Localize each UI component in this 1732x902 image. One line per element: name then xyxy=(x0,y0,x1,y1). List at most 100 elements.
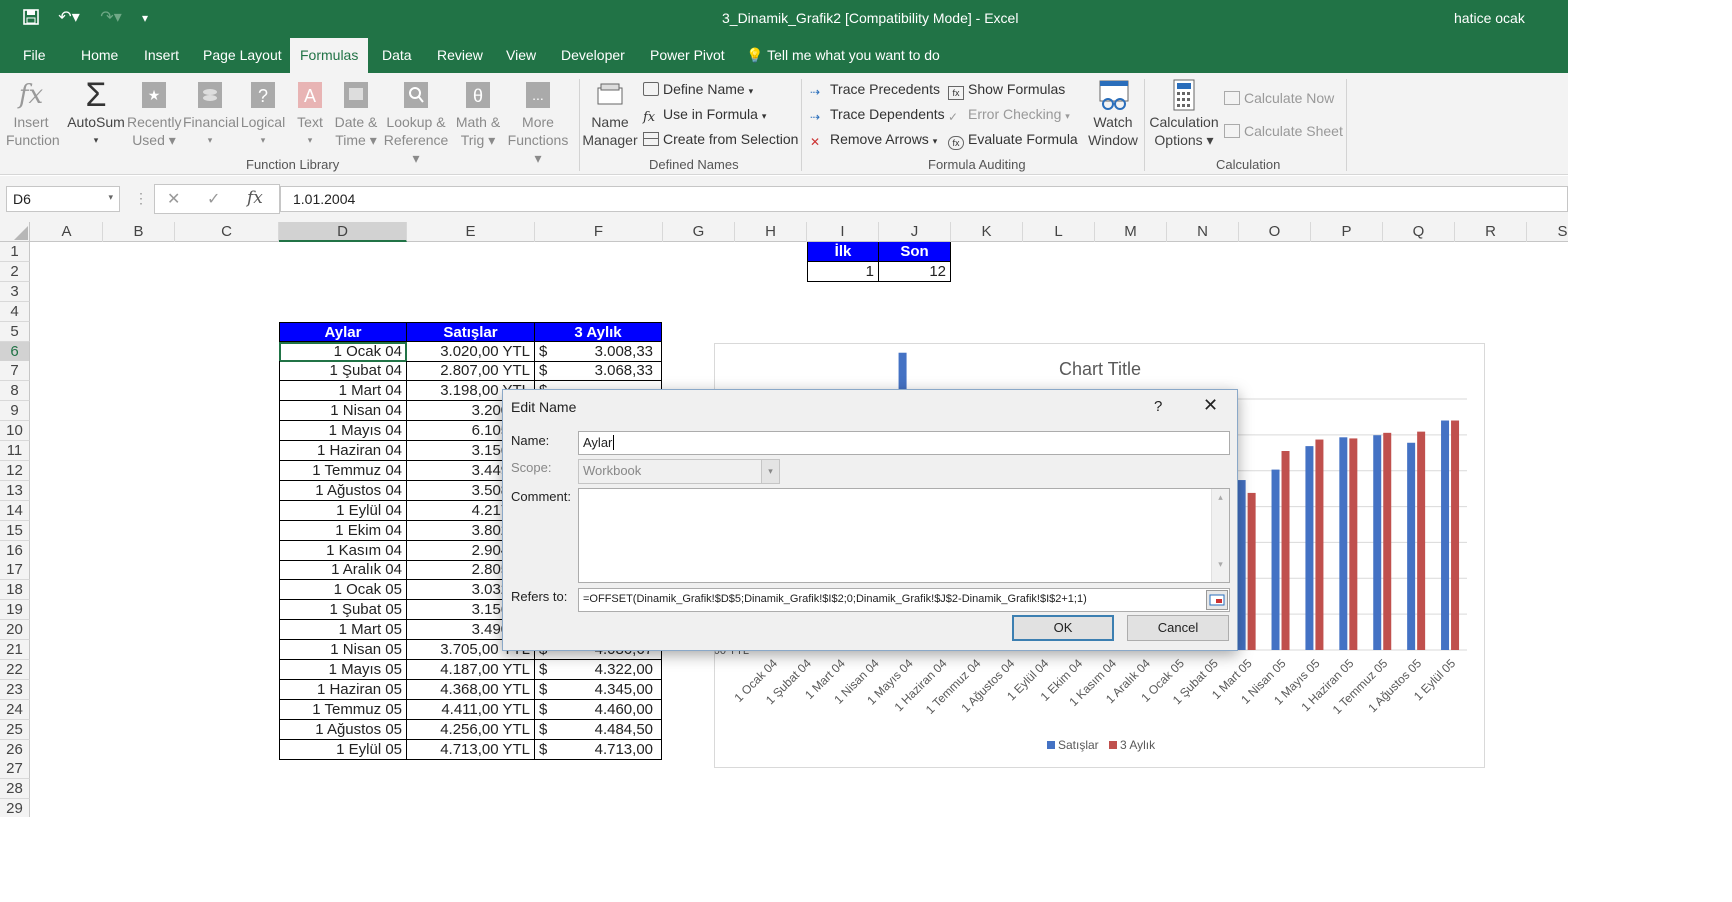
row-header-11[interactable]: 11 xyxy=(0,441,30,461)
insert-function-button[interactable]: fx Insert Function xyxy=(6,79,60,149)
watch-window-button[interactable]: Watch Window xyxy=(1084,79,1142,149)
redo-icon[interactable]: ↷▾ xyxy=(96,9,126,27)
define-name-button[interactable]: Define Name ▾ xyxy=(643,80,753,100)
tab-home[interactable]: Home xyxy=(81,38,118,73)
column-header-k[interactable]: K xyxy=(951,222,1023,242)
tab-file[interactable]: File xyxy=(23,38,46,73)
row-header-15[interactable]: 15 xyxy=(0,520,30,541)
cancel-icon[interactable]: ✕ xyxy=(167,189,180,209)
table-cell-sales[interactable]: 4.187,00 YTL xyxy=(407,659,535,680)
table-cell-sales[interactable]: 4.411,00 YTL xyxy=(407,699,535,720)
table-cell-3-aylik[interactable]: $4.345,00 xyxy=(535,679,662,700)
table-cell-month[interactable]: 1 Eylül 05 xyxy=(279,739,407,760)
table-cell-month[interactable]: 1 Temmuz 05 xyxy=(279,699,407,720)
table-cell-sales[interactable]: 3.020,00 YTL xyxy=(407,341,535,362)
table-cell-month[interactable]: 1 Mayıs 04 xyxy=(279,421,407,442)
column-header-s[interactable]: S xyxy=(1527,222,1568,242)
header-cell-ilk[interactable]: İlk xyxy=(807,242,879,262)
ok-button[interactable]: OK xyxy=(1012,615,1114,641)
table-cell-month[interactable]: 1 Haziran 04 xyxy=(279,441,407,461)
row-header-12[interactable]: 12 xyxy=(0,460,30,481)
create-from-selection-button[interactable]: Create from Selection xyxy=(643,130,798,148)
column-header-d[interactable]: D xyxy=(279,222,407,242)
financial-button[interactable]: Financial ▾ xyxy=(183,79,239,149)
collapse-dialog-icon[interactable] xyxy=(1206,590,1228,610)
table-cell-sales[interactable]: 2.807,00 YTL xyxy=(407,361,535,382)
table-cell-month[interactable]: 1 Ağustos 05 xyxy=(279,719,407,740)
table-cell-month[interactable]: 1 Nisan 05 xyxy=(279,640,407,660)
table-cell-3-aylik[interactable]: $3.008,33 xyxy=(535,341,662,362)
text-button[interactable]: A Text ▾ xyxy=(290,79,330,149)
column-header-i[interactable]: I xyxy=(807,222,879,242)
header-cell-son[interactable]: Son xyxy=(879,242,951,262)
column-header-a[interactable]: A xyxy=(31,222,103,242)
insert-function-icon[interactable]: fx xyxy=(247,188,263,208)
scope-select[interactable]: Workbook ▾ xyxy=(578,459,780,484)
table-cell-month[interactable]: 1 Ekim 04 xyxy=(279,520,407,541)
column-header-b[interactable]: B xyxy=(103,222,175,242)
chevron-down-icon[interactable]: ▾ xyxy=(761,460,779,483)
column-header-n[interactable]: N xyxy=(1167,222,1239,242)
table-cell-month[interactable]: 1 Şubat 04 xyxy=(279,361,407,382)
row-header-17[interactable]: 17 xyxy=(0,560,30,581)
header-cell-satislar[interactable]: Satışlar xyxy=(407,321,535,342)
tab-formulas[interactable]: Formulas xyxy=(290,38,368,73)
table-cell-month[interactable]: 1 Haziran 05 xyxy=(279,679,407,700)
save-icon[interactable] xyxy=(22,9,40,27)
row-header-25[interactable]: 25 xyxy=(0,719,30,740)
undo-icon[interactable]: ↶▾ xyxy=(54,9,84,27)
column-header-q[interactable]: Q xyxy=(1383,222,1455,242)
column-header-r[interactable]: R xyxy=(1455,222,1527,242)
tab-review[interactable]: Review xyxy=(437,38,483,73)
lookup-reference-button[interactable]: Lookup & Reference ▾ xyxy=(383,79,449,167)
table-cell-3-aylik[interactable]: $3.068,33 xyxy=(535,361,662,382)
chevron-down-icon[interactable]: ▾ xyxy=(108,192,113,203)
table-cell-month[interactable]: 1 Mayıs 05 xyxy=(279,659,407,680)
table-cell-month[interactable]: 1 Nisan 04 xyxy=(279,401,407,422)
row-header-2[interactable]: 2 xyxy=(0,261,30,282)
table-cell-month[interactable]: 1 Aralık 04 xyxy=(279,560,407,581)
tab-data[interactable]: Data xyxy=(382,38,412,73)
table-cell-3-aylik[interactable]: $4.713,00 xyxy=(535,739,662,760)
remove-arrows-button[interactable]: ✕ Remove Arrows ▾ xyxy=(810,130,937,150)
tab-insert[interactable]: Insert xyxy=(144,38,179,73)
row-header-23[interactable]: 23 xyxy=(0,679,30,700)
row-header-7[interactable]: 7 xyxy=(0,361,30,382)
column-header-f[interactable]: F xyxy=(535,222,663,242)
comment-scrollbar[interactable]: ▴ ▾ xyxy=(1211,489,1229,582)
autosum-button[interactable]: Σ AutoSum ▾ xyxy=(66,78,126,149)
row-header-26[interactable]: 26 xyxy=(0,739,30,760)
row-header-27[interactable]: 27 xyxy=(0,759,30,780)
column-header-m[interactable]: M xyxy=(1095,222,1167,242)
row-header-5[interactable]: 5 xyxy=(0,321,30,342)
name-manager-button[interactable]: Name Manager xyxy=(582,79,638,149)
active-cell-d6[interactable]: 1 Ocak 04 xyxy=(279,341,407,362)
scroll-down-icon[interactable]: ▾ xyxy=(1212,559,1229,570)
column-header-h[interactable]: H xyxy=(735,222,807,242)
row-header-21[interactable]: 21 xyxy=(0,640,30,660)
row-header-28[interactable]: 28 xyxy=(0,779,30,800)
math-trig-button[interactable]: θ Math & Trig ▾ xyxy=(452,79,504,149)
formula-input[interactable]: 1.01.2004 xyxy=(280,186,1568,212)
date-time-button[interactable]: Date & Time ▾ xyxy=(330,79,382,149)
row-header-10[interactable]: 10 xyxy=(0,421,30,442)
select-all-corner[interactable] xyxy=(0,222,30,242)
cell-i2[interactable]: 1 xyxy=(807,261,879,282)
table-cell-month[interactable]: 1 Temmuz 04 xyxy=(279,460,407,481)
calculation-options-button[interactable]: Calculation Options ▾ xyxy=(1148,79,1220,149)
refers-to-field[interactable]: =OFFSET(Dinamik_Grafik!$D$5;Dinamik_Graf… xyxy=(578,588,1230,612)
column-header-e[interactable]: E xyxy=(407,222,535,242)
row-header-1[interactable]: 1 xyxy=(0,242,30,262)
name-box[interactable]: D6 ▾ xyxy=(6,186,120,212)
enter-icon[interactable]: ✓ xyxy=(207,189,220,209)
column-header-c[interactable]: C xyxy=(175,222,279,242)
header-cell-3-aylik[interactable]: 3 Aylık xyxy=(535,321,662,342)
table-cell-month[interactable]: 1 Ağustos 04 xyxy=(279,480,407,501)
customize-quick-access-icon[interactable]: ▾ xyxy=(136,9,154,27)
row-header-16[interactable]: 16 xyxy=(0,540,30,561)
evaluate-formula-button[interactable]: fx Evaluate Formula xyxy=(948,130,1078,150)
row-header-24[interactable]: 24 xyxy=(0,699,30,720)
calculate-sheet-button[interactable]: Calculate Sheet xyxy=(1224,122,1343,140)
row-header-14[interactable]: 14 xyxy=(0,500,30,521)
table-cell-month[interactable]: 1 Ocak 05 xyxy=(279,580,407,601)
